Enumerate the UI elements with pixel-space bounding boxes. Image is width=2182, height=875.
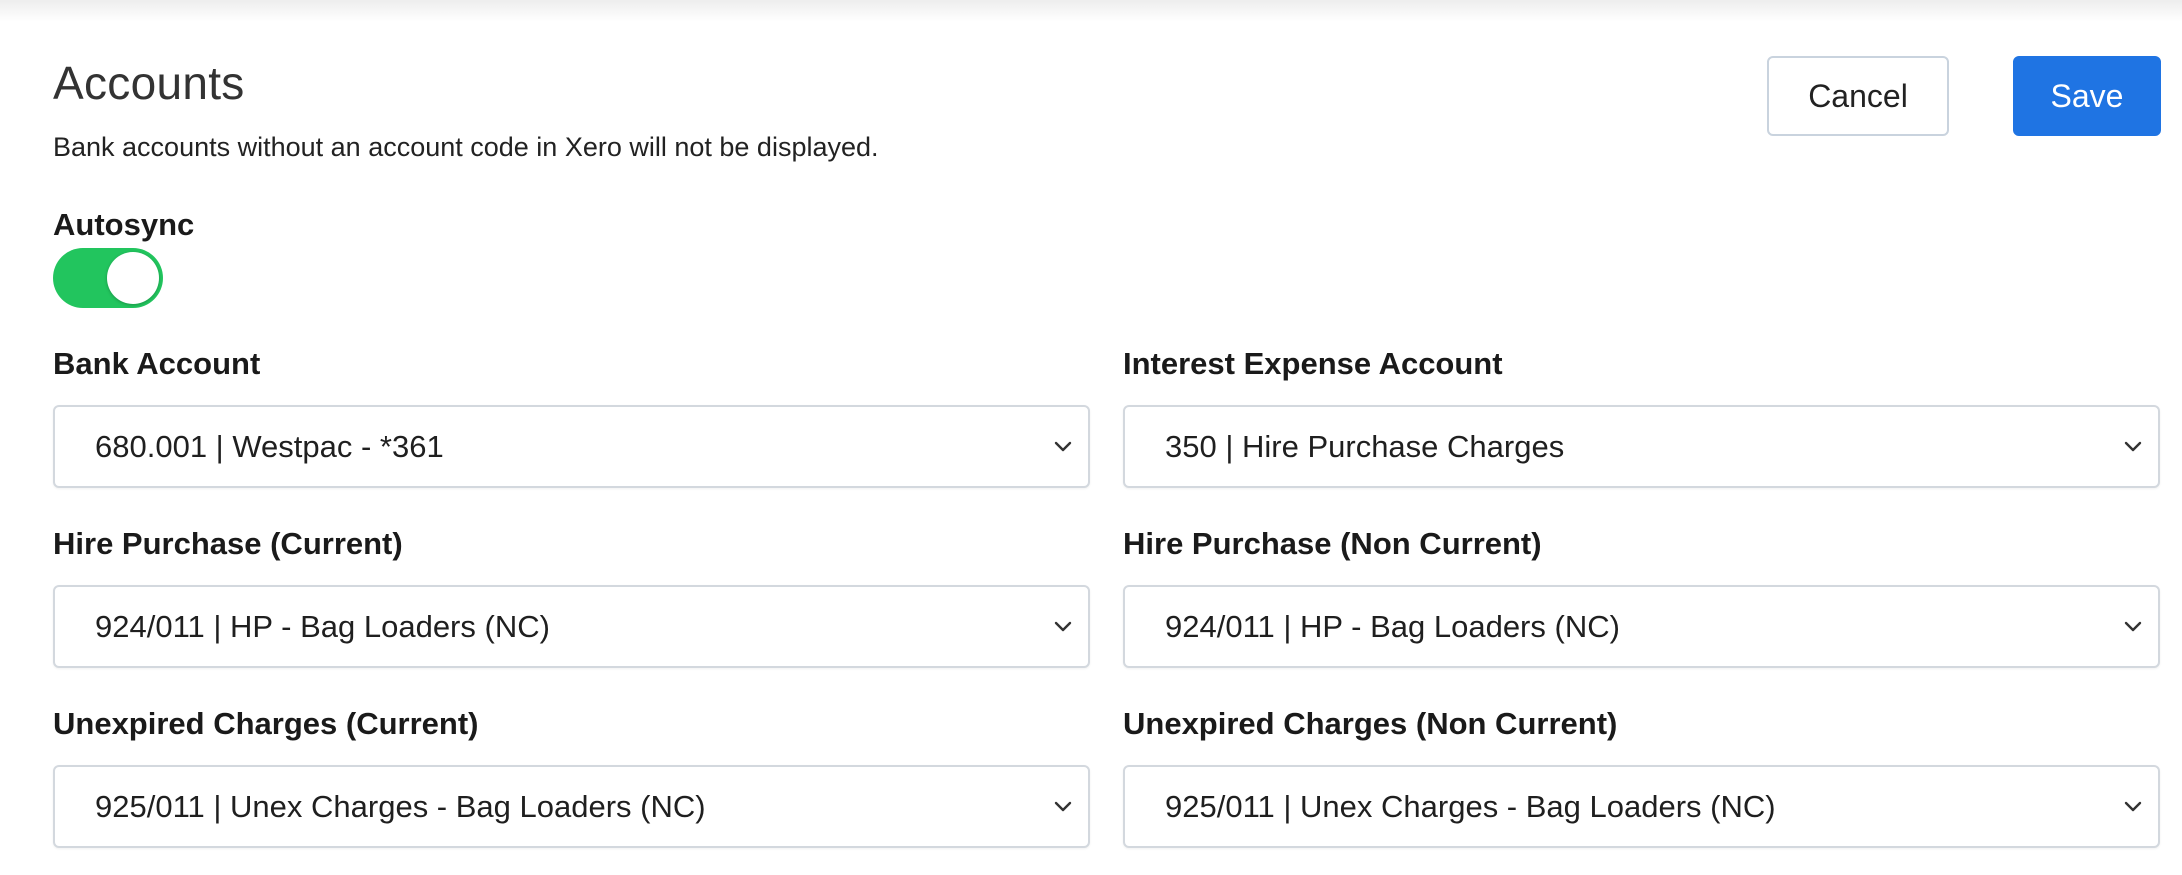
cancel-button[interactable]: Cancel [1767, 56, 1949, 136]
interest-expense-account-value: 350 | Hire Purchase Charges [1165, 429, 1565, 464]
hire-purchase-current-label: Hire Purchase (Current) [53, 526, 403, 561]
page-subtitle: Bank accounts without an account code in… [53, 132, 879, 162]
bank-account-label: Bank Account [53, 346, 261, 381]
hire-purchase-non-current-label: Hire Purchase (Non Current) [1123, 526, 1542, 561]
chevron-down-icon [2124, 441, 2142, 452]
hire-purchase-current-select[interactable]: 924/011 | HP - Bag Loaders (NC) [53, 585, 1090, 668]
accounts-settings-panel: Accounts Bank accounts without an accoun… [53, 0, 2161, 875]
save-button[interactable]: Save [2013, 56, 2161, 136]
bank-account-value: 680.001 | Westpac - *361 [95, 429, 444, 464]
unexpired-charges-non-current-select[interactable]: 925/011 | Unex Charges - Bag Loaders (NC… [1123, 765, 2160, 848]
autosync-toggle[interactable] [53, 248, 163, 308]
unexpired-charges-current-value: 925/011 | Unex Charges - Bag Loaders (NC… [95, 789, 706, 824]
unexpired-charges-non-current-value: 925/011 | Unex Charges - Bag Loaders (NC… [1165, 789, 1776, 824]
autosync-label: Autosync [53, 207, 195, 242]
chevron-down-icon [1054, 621, 1072, 632]
interest-expense-account-select[interactable]: 350 | Hire Purchase Charges [1123, 405, 2160, 488]
unexpired-charges-non-current-label: Unexpired Charges (Non Current) [1123, 706, 1618, 741]
chevron-down-icon [1054, 441, 1072, 452]
chevron-down-icon [2124, 621, 2142, 632]
toggle-knob [107, 252, 159, 304]
unexpired-charges-current-label: Unexpired Charges (Current) [53, 706, 479, 741]
hire-purchase-non-current-value: 924/011 | HP - Bag Loaders (NC) [1165, 609, 1620, 644]
hire-purchase-non-current-select[interactable]: 924/011 | HP - Bag Loaders (NC) [1123, 585, 2160, 668]
unexpired-charges-current-select[interactable]: 925/011 | Unex Charges - Bag Loaders (NC… [53, 765, 1090, 848]
bank-account-select[interactable]: 680.001 | Westpac - *361 [53, 405, 1090, 488]
page-title: Accounts [53, 57, 245, 109]
hire-purchase-current-value: 924/011 | HP - Bag Loaders (NC) [95, 609, 550, 644]
chevron-down-icon [2124, 801, 2142, 812]
chevron-down-icon [1054, 801, 1072, 812]
interest-expense-account-label: Interest Expense Account [1123, 346, 1503, 381]
